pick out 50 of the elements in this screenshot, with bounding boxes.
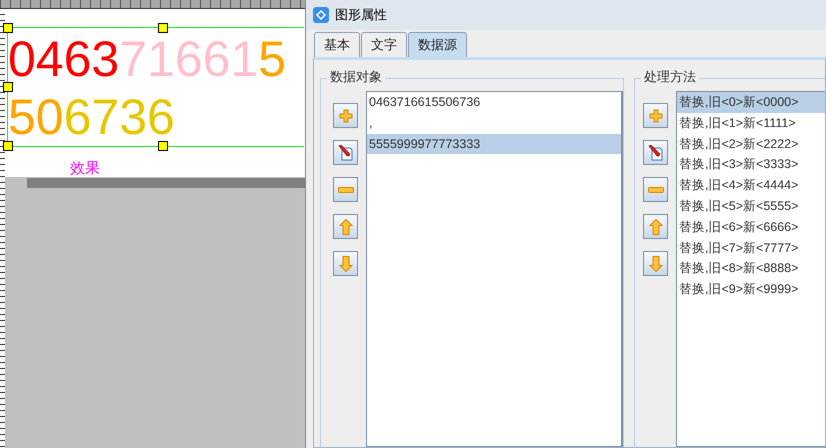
list-item[interactable]: 替换,旧<3>新<3333> xyxy=(677,154,825,176)
app-icon xyxy=(313,7,329,23)
move-up-button[interactable] xyxy=(333,214,358,239)
move-down-button[interactable] xyxy=(643,251,668,276)
list-item[interactable]: 替换,旧<9>新<9999> xyxy=(677,279,825,300)
list-item[interactable]: , xyxy=(367,112,621,134)
colored-digits: 5 xyxy=(258,31,286,87)
tab[interactable]: 数据源 xyxy=(408,32,467,57)
edit-button[interactable] xyxy=(333,140,358,165)
move-up-button[interactable] xyxy=(643,214,668,239)
minus-icon xyxy=(338,186,354,194)
tab[interactable]: 基本 xyxy=(314,32,360,57)
down-arrow-icon xyxy=(648,256,662,272)
add-button[interactable] xyxy=(643,103,668,128)
minus-icon xyxy=(648,186,664,194)
caption-text: 效果 xyxy=(70,159,100,177)
list-item[interactable]: 替换,旧<6>新<6666> xyxy=(677,216,825,238)
list-item[interactable]: 替换,旧<1>新<1111> xyxy=(677,112,825,134)
list-item[interactable]: 替换,旧<7>新<7777> xyxy=(677,238,825,258)
up-arrow-icon xyxy=(338,218,352,234)
resize-handle[interactable] xyxy=(3,141,13,151)
list-item[interactable]: 替换,旧<2>新<2222> xyxy=(677,134,825,154)
remove-button[interactable] xyxy=(643,177,668,202)
remove-button[interactable] xyxy=(333,177,358,202)
list-item[interactable]: 替换,旧<5>新<5555> xyxy=(677,196,825,217)
plus-icon xyxy=(648,108,662,122)
list-item[interactable]: 替换,旧<0>新<0000> xyxy=(677,92,825,113)
group-title: 数据对象 xyxy=(327,70,385,86)
colored-digits: 71661 xyxy=(119,31,258,87)
resize-handle[interactable] xyxy=(3,23,13,33)
resize-handle[interactable] xyxy=(158,23,168,33)
add-button[interactable] xyxy=(333,103,358,128)
colored-digits: 6736 xyxy=(64,89,175,145)
edit-button[interactable] xyxy=(643,140,668,165)
list-item[interactable]: 替换,旧<8>新<8888> xyxy=(677,258,825,280)
up-arrow-icon xyxy=(648,218,662,234)
list-item[interactable]: 5555999977773333 xyxy=(367,134,621,154)
move-down-button[interactable] xyxy=(333,251,358,276)
tab[interactable]: 文字 xyxy=(361,32,407,57)
list-item[interactable]: 替换,旧<4>新<4444> xyxy=(677,175,825,196)
colored-digits: 50 xyxy=(8,89,64,145)
resize-handle[interactable] xyxy=(3,82,13,92)
window-title: 图形属性 xyxy=(335,7,387,24)
pencil-paper-icon xyxy=(648,144,664,160)
plus-icon xyxy=(338,108,352,122)
down-arrow-icon xyxy=(338,256,352,272)
colored-digits: 0463 xyxy=(8,31,120,87)
resize-handle[interactable] xyxy=(158,141,168,151)
pencil-paper-icon xyxy=(338,144,354,160)
list-item[interactable]: 0463716615506736 xyxy=(367,92,621,113)
